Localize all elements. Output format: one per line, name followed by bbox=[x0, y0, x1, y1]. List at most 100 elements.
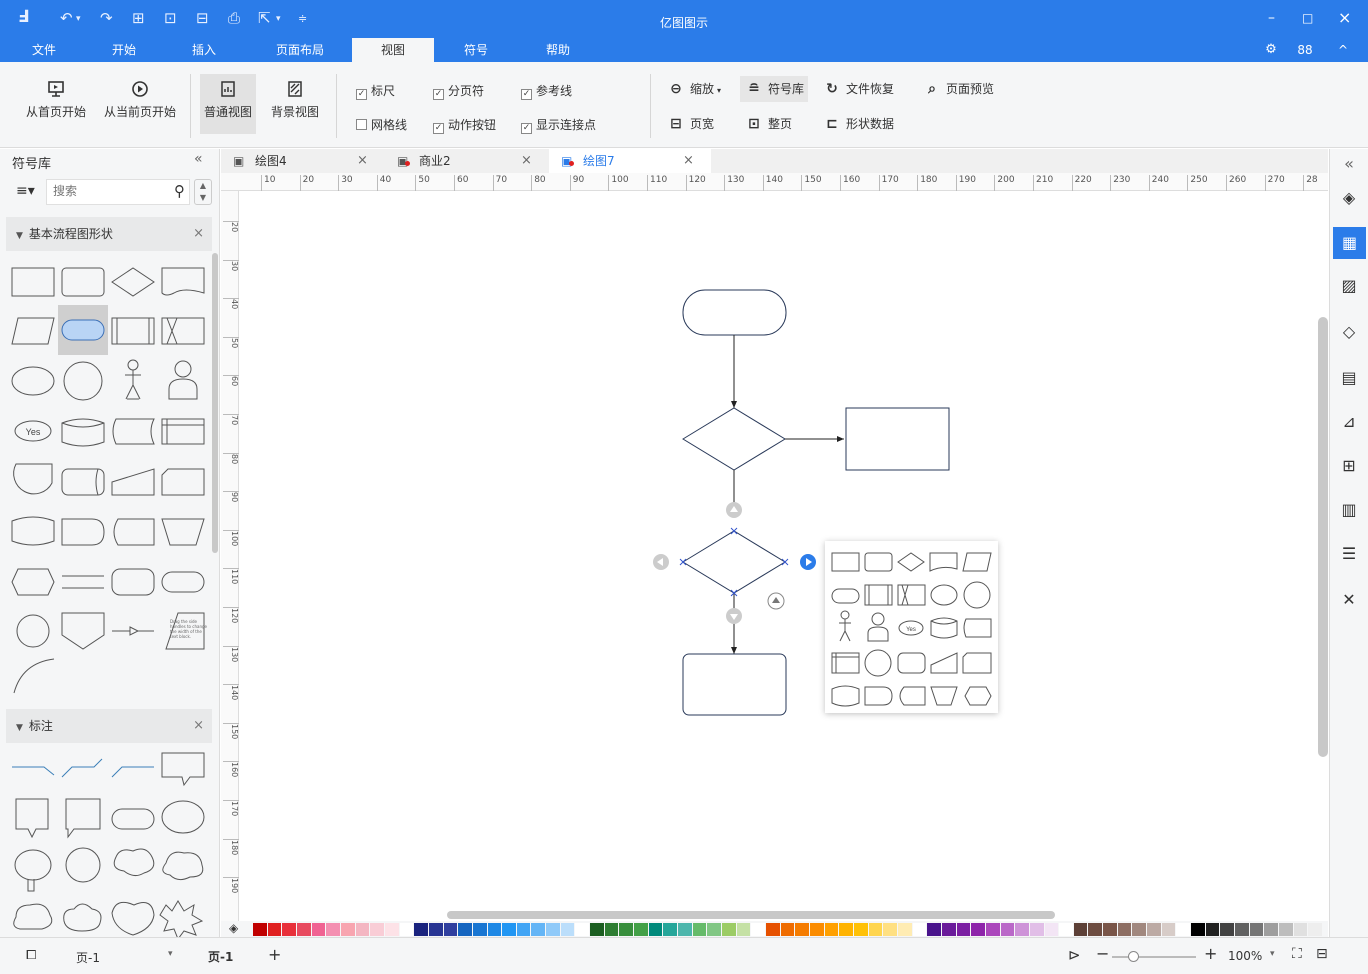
ruler-checkbox[interactable]: ✓ 标尺 bbox=[356, 82, 395, 100]
popup-actor-shape[interactable] bbox=[839, 610, 851, 642]
flowchart-process-shape[interactable] bbox=[845, 407, 950, 471]
callout-burst-shape[interactable] bbox=[159, 900, 204, 937]
popup-document-shape[interactable] bbox=[929, 552, 958, 572]
color-swatch[interactable] bbox=[1161, 923, 1176, 936]
stored-shape[interactable] bbox=[113, 518, 155, 546]
page-preview-button[interactable]: ⌕ 页面预览 bbox=[924, 76, 994, 102]
whole-page-button[interactable]: ⊡ 整页 bbox=[746, 111, 792, 137]
close-tab-icon[interactable]: × bbox=[521, 149, 532, 173]
popup-terminator-shape[interactable] bbox=[831, 588, 860, 604]
callout-rounded-shape[interactable] bbox=[111, 808, 155, 830]
color-swatch[interactable] bbox=[1044, 923, 1059, 936]
shape-data-button[interactable]: ⊏ 形状数据 bbox=[824, 111, 894, 137]
color-swatch[interactable] bbox=[795, 923, 809, 936]
guide-checkbox[interactable]: ✓ 参考线 bbox=[521, 82, 572, 100]
show-connection-checkbox[interactable]: ✓ 显示连接点 bbox=[521, 116, 596, 134]
callout-circle-shape[interactable] bbox=[65, 847, 101, 883]
color-swatch[interactable] bbox=[853, 923, 868, 936]
color-swatch[interactable] bbox=[340, 923, 355, 936]
color-swatch[interactable] bbox=[897, 923, 912, 936]
circle-shape[interactable] bbox=[63, 361, 103, 401]
manual-input-shape[interactable] bbox=[111, 468, 155, 496]
menu-page-layout[interactable]: 页面布局 bbox=[266, 38, 334, 62]
zoom-out-button[interactable]: − bbox=[1096, 944, 1109, 963]
start-from-current-button[interactable]: 从当前页开始 bbox=[100, 80, 180, 120]
fill-bucket-icon[interactable]: ◈ bbox=[229, 921, 238, 935]
popup-user-shape[interactable] bbox=[867, 612, 889, 642]
color-swatch[interactable] bbox=[809, 923, 824, 936]
color-swatch[interactable] bbox=[604, 923, 619, 936]
zoom-button[interactable]: ⊖ 缩放 ▾ bbox=[668, 76, 721, 102]
color-swatch[interactable] bbox=[487, 923, 502, 936]
color-swatch[interactable] bbox=[1015, 923, 1029, 936]
color-swatch[interactable] bbox=[634, 923, 648, 936]
menu-home[interactable]: 开始 bbox=[100, 38, 148, 62]
maximize-button[interactable]: □ bbox=[1302, 11, 1313, 25]
start-from-first-button[interactable]: 从首页开始 bbox=[22, 80, 90, 120]
color-swatch[interactable] bbox=[1205, 923, 1220, 936]
collapse-right-icon[interactable]: « bbox=[1338, 153, 1360, 175]
callout-rect-shape[interactable] bbox=[15, 798, 49, 839]
popup-manual-op-shape[interactable] bbox=[930, 686, 958, 706]
popup-cylinder-shape[interactable] bbox=[930, 617, 958, 639]
ellipse-shape[interactable] bbox=[11, 366, 55, 396]
actor-shape[interactable] bbox=[125, 359, 141, 400]
popup-connector-shape[interactable] bbox=[864, 649, 892, 677]
close-tab-icon[interactable]: × bbox=[357, 149, 368, 173]
scroll-stepper[interactable]: ▲ ▼ bbox=[194, 179, 212, 205]
add-page-button[interactable]: + bbox=[268, 945, 281, 964]
color-swatch[interactable] bbox=[1235, 923, 1249, 936]
library-scrollbar[interactable] bbox=[212, 253, 218, 553]
zoom-value[interactable]: 100% bbox=[1228, 949, 1262, 963]
close-section-icon[interactable]: × bbox=[193, 709, 204, 743]
drawing-canvas[interactable]: Yes bbox=[240, 191, 1328, 921]
color-swatch[interactable] bbox=[722, 923, 736, 936]
popup-stored-data-shape[interactable] bbox=[897, 584, 926, 606]
color-swatch[interactable] bbox=[1220, 923, 1235, 936]
display-shape[interactable] bbox=[112, 418, 155, 445]
quick-shape-popup[interactable]: Yes bbox=[825, 541, 998, 713]
page-tab[interactable]: 页-1 bbox=[208, 948, 233, 965]
internal-storage-shape[interactable] bbox=[161, 418, 205, 445]
popup-decision-shape[interactable] bbox=[897, 552, 925, 572]
card-shape[interactable] bbox=[161, 468, 205, 496]
color-swatch[interactable] bbox=[1132, 923, 1147, 936]
callout-line-shape[interactable] bbox=[111, 766, 154, 778]
popup-preparation-shape[interactable] bbox=[964, 686, 992, 706]
arc-shape[interactable] bbox=[13, 658, 55, 694]
callout-balloon-shape[interactable] bbox=[14, 849, 52, 881]
color-swatch[interactable] bbox=[472, 923, 487, 936]
page-break-checkbox[interactable]: ✓ 分页符 bbox=[433, 82, 484, 100]
popup-data-shape[interactable] bbox=[962, 552, 992, 572]
popup-sequential-shape[interactable] bbox=[897, 652, 926, 674]
data-shape[interactable] bbox=[11, 317, 55, 345]
parallel-mode-shape[interactable] bbox=[62, 575, 104, 589]
color-swatch[interactable] bbox=[1059, 923, 1073, 936]
callout-shapes-grid[interactable] bbox=[6, 745, 212, 937]
color-swatch[interactable] bbox=[751, 923, 765, 936]
chevron-down-icon[interactable]: ▾ bbox=[1270, 949, 1275, 959]
callout-box-shape[interactable] bbox=[161, 752, 205, 787]
color-swatch[interactable] bbox=[414, 923, 428, 936]
popup-ellipse-shape[interactable] bbox=[930, 584, 958, 606]
table-icon[interactable]: ⊞ bbox=[1338, 455, 1360, 477]
color-swatch[interactable] bbox=[824, 923, 839, 936]
color-swatch[interactable] bbox=[883, 923, 897, 936]
color-swatch[interactable] bbox=[619, 923, 634, 936]
off-page-reference-shape[interactable] bbox=[61, 612, 105, 650]
text-icon[interactable]: ☰ bbox=[1338, 543, 1360, 565]
color-swatch[interactable] bbox=[971, 923, 985, 936]
canvas-vertical-scrollbar[interactable] bbox=[1318, 317, 1328, 757]
color-swatch[interactable] bbox=[384, 923, 399, 936]
grid-checkbox[interactable]: 网格线 bbox=[356, 116, 407, 133]
callout-cloud3-shape[interactable] bbox=[13, 903, 53, 930]
color-swatch[interactable] bbox=[985, 923, 1000, 936]
page-layout-icon[interactable]: ⧠ bbox=[26, 948, 36, 963]
terminator-small-shape[interactable] bbox=[161, 571, 205, 593]
fit-page-icon[interactable]: ⊟ bbox=[1316, 946, 1328, 962]
popup-card-shape[interactable] bbox=[962, 652, 992, 674]
color-swatch[interactable] bbox=[560, 923, 575, 936]
color-swatch[interactable] bbox=[1308, 923, 1322, 936]
color-swatch[interactable] bbox=[1176, 923, 1191, 936]
normal-view-button[interactable]: 普通视图 bbox=[200, 74, 256, 134]
